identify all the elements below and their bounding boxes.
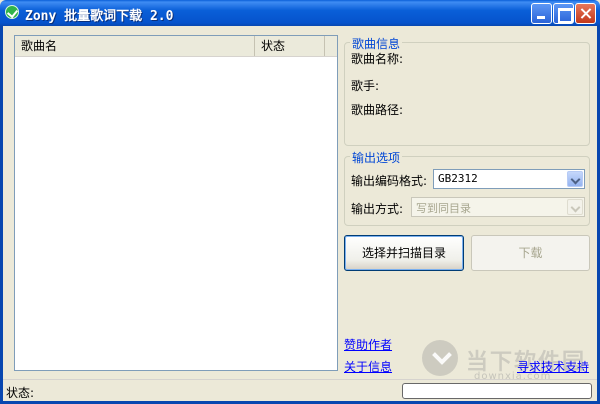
download-arrow-icon [422,340,458,376]
encoding-select-value: GB2312 [438,172,478,185]
maximize-button[interactable] [553,3,574,24]
close-button[interactable] [575,3,596,24]
chevron-down-icon[interactable] [567,199,583,215]
song-name-label: 歌曲名称: [351,52,404,66]
download-button[interactable]: 下载 [471,235,590,271]
about-info-link[interactable]: 关于信息 [344,358,392,375]
list-header: 歌曲名 状态 [15,36,337,57]
sponsor-author-link[interactable]: 赞助作者 [344,336,392,353]
song-list[interactable]: 歌曲名 状态 [14,35,338,371]
output-method-select-value: 写到同目录 [416,202,471,215]
app-icon [5,5,19,19]
title-bar[interactable]: Zony 批量歌词下载 2.0 [0,0,600,26]
song-path-label: 歌曲路径: [351,103,404,117]
progress-bar [402,383,592,399]
output-options-group: 输出选项 输出编码格式: GB2312 输出方式: 写到同目录 [344,149,590,226]
output-method-label: 输出方式: [351,202,404,216]
column-header-status[interactable]: 状态 [255,36,325,56]
encoding-select[interactable]: GB2312 [433,169,585,189]
output-options-group-title: 输出选项 [350,149,403,166]
window-title: Zony 批量歌词下载 2.0 [25,9,174,24]
encoding-label: 输出编码格式: [351,174,428,188]
status-bar: 状态: [3,379,597,401]
window-frame-left [0,26,3,404]
song-info-group: 歌曲信息 歌曲名称: 歌手: 歌曲路径: [344,35,590,146]
scan-directory-button[interactable]: 选择并扫描目录 [344,235,464,271]
chevron-down-icon[interactable] [567,171,583,187]
minimize-button[interactable] [531,3,552,24]
column-header-song-name[interactable]: 歌曲名 [15,36,255,56]
tech-support-link[interactable]: 寻求技术支持 [517,358,589,375]
artist-label: 歌手: [351,79,380,93]
output-method-select[interactable]: 写到同目录 [411,197,585,217]
status-label: 状态: [6,386,35,400]
